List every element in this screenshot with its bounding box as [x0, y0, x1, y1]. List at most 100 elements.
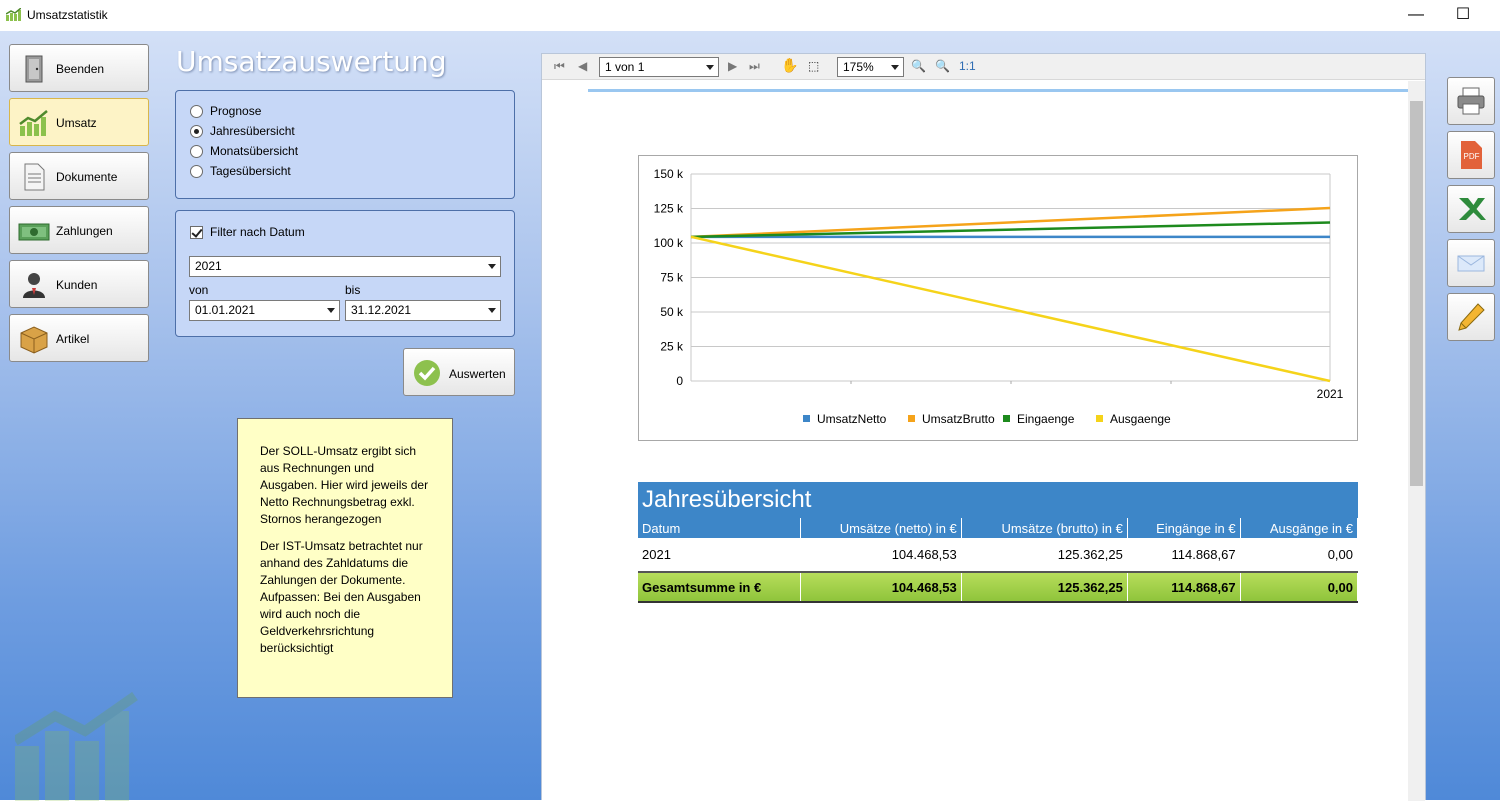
minimize-button[interactable]: —	[1393, 4, 1439, 26]
scrollbar-thumb[interactable]	[1410, 101, 1423, 486]
legend-label: UmsatzBrutto	[922, 412, 995, 426]
document-icon	[24, 163, 45, 191]
radio-indicator[interactable]	[190, 144, 203, 158]
nav-label: Dokumente	[56, 170, 118, 184]
exit-door-icon	[25, 55, 43, 83]
radio-jahresuebersicht[interactable]: Jahresübersicht	[190, 123, 295, 139]
radio-indicator[interactable]	[190, 104, 203, 118]
table-row: 2021 104.468,53 125.362,25 114.868,67 0,…	[638, 538, 1359, 572]
page-area: 150 k 125 k 100 k 75 k 50 k 25 k 0 2021 UmsatzNe…	[542, 81, 1408, 801]
excel-icon	[1459, 198, 1486, 220]
legend-label: UmsatzNetto	[817, 412, 887, 426]
chevron-down-icon[interactable]	[488, 308, 496, 313]
radio-indicator[interactable]	[190, 164, 203, 178]
pdf-icon-text: PDF	[1464, 152, 1480, 161]
next-page-icon[interactable]: ▶	[728, 59, 737, 73]
radio-label: Prognose	[210, 104, 262, 118]
actual-size-button[interactable]: 1:1	[959, 59, 976, 73]
nav-zahlungen-button[interactable]: Zahlungen	[9, 206, 149, 254]
y-tick-label: 25 k	[660, 340, 684, 354]
client-area: Beenden Umsatz Dokumente Zahlungen Kunde…	[0, 31, 1500, 801]
table-cell: 0,00	[1240, 538, 1359, 572]
from-date-value: 01.01.2021	[195, 303, 256, 317]
radio-label: Tagesübersicht	[210, 164, 291, 178]
first-page-icon[interactable]: ⏮	[554, 59, 565, 74]
chart-container: 150 k 125 k 100 k 75 k 50 k 25 k 0 2021 UmsatzNe…	[638, 155, 1358, 441]
nav-beenden-button[interactable]: Beenden	[9, 44, 149, 92]
y-tick-label: 75 k	[660, 271, 684, 285]
zoom-in-icon[interactable]: 🔍	[911, 59, 926, 73]
pdf-export-button[interactable]: PDF	[1447, 131, 1495, 179]
zoom-select[interactable]: 175%	[837, 57, 904, 77]
maximize-button[interactable]: ☐	[1440, 4, 1486, 26]
annual-summary-table: Jahresübersicht Datum Umsätze (netto) in…	[638, 482, 1359, 603]
radio-indicator[interactable]	[190, 124, 203, 138]
checkbox-indicator[interactable]	[190, 225, 203, 239]
email-button[interactable]	[1447, 239, 1495, 287]
excel-export-button[interactable]	[1447, 185, 1495, 233]
from-date-picker[interactable]: 01.01.2021	[189, 300, 340, 321]
chevron-down-icon[interactable]	[488, 264, 496, 269]
pdf-icon: PDF	[1461, 141, 1482, 169]
filter-by-date-checkbox[interactable]: Filter nach Datum	[190, 224, 305, 240]
nav-label: Artikel	[56, 332, 90, 346]
report-title: Jahresübersicht	[638, 482, 1358, 518]
legend-label: Eingaenge	[1017, 412, 1075, 426]
legend-swatch	[1096, 415, 1103, 422]
total-cell: Gesamtsumme in €	[638, 571, 802, 603]
series-line-ausgaenge	[690, 235, 1331, 383]
total-cell: 114.868,67	[1127, 571, 1241, 603]
printer-icon	[1457, 87, 1485, 115]
total-cell: 125.362,25	[961, 571, 1128, 603]
column-header: Ausgänge in €	[1240, 518, 1359, 538]
nav-label: Umsatz	[56, 116, 97, 130]
table-cell: 104.468,53	[800, 538, 962, 572]
app-chart-icon	[6, 8, 21, 21]
chevron-down-icon[interactable]	[706, 65, 714, 70]
chevron-down-icon[interactable]	[891, 65, 899, 70]
checkmark-icon	[414, 360, 440, 386]
page-selector[interactable]: 1 von 1	[599, 57, 719, 77]
to-date-picker[interactable]: 31.12.2021	[345, 300, 501, 321]
evaluate-button[interactable]: Auswerten	[403, 348, 515, 396]
radio-label: Monatsübersicht	[210, 144, 299, 158]
zoom-value: 175%	[843, 60, 874, 74]
total-cell: 0,00	[1240, 571, 1359, 603]
to-label: bis	[345, 283, 361, 297]
legend-label: Ausgaenge	[1110, 412, 1171, 426]
nav-dokumente-button[interactable]: Dokumente	[9, 152, 149, 200]
nav-umsatz-button[interactable]: Umsatz	[9, 98, 149, 146]
radio-prognose[interactable]: Prognose	[190, 103, 261, 119]
y-tick-label: 100 k	[654, 236, 684, 250]
chevron-down-icon[interactable]	[327, 308, 335, 313]
year-select[interactable]: 2021	[189, 256, 501, 277]
from-label: von	[189, 283, 209, 297]
watermark-chart-icon	[15, 691, 138, 801]
line-chart: 150 k 125 k 100 k 75 k 50 k 25 k 0 2021 UmsatzNe…	[654, 167, 1344, 426]
table-cell: 125.362,25	[961, 538, 1128, 572]
table-cell: 2021	[638, 538, 802, 572]
radio-label: Jahresübersicht	[210, 124, 295, 138]
table-header-row: Datum Umsätze (netto) in € Umsätze (brut…	[638, 518, 1359, 538]
select-tool-icon[interactable]: ⬚	[808, 59, 819, 73]
note-ist: Der IST-Umsatz betrachtet nur anhand des…	[260, 539, 423, 655]
last-page-icon[interactable]: ⏭	[749, 59, 760, 74]
legend-swatch	[803, 415, 810, 422]
vertical-scrollbar[interactable]	[1408, 81, 1425, 801]
summary-table: Datum Umsätze (netto) in € Umsätze (brut…	[638, 518, 1359, 603]
title-bar: Umsatzstatistik — ☐	[0, 0, 1500, 31]
series-line-umsatzbrutto	[690, 206, 1331, 239]
series-line-eingaenge	[690, 221, 1331, 239]
print-button[interactable]	[1447, 77, 1495, 125]
radio-tagesuebersicht[interactable]: Tagesübersicht	[190, 163, 291, 179]
edit-button[interactable]	[1447, 293, 1495, 341]
zoom-out-icon[interactable]: 🔍	[935, 59, 950, 73]
user-icon	[23, 273, 45, 298]
radio-monatsuebersicht[interactable]: Monatsübersicht	[190, 143, 298, 159]
page-indicator: 1 von 1	[605, 60, 645, 74]
nav-artikel-button[interactable]: Artikel	[9, 314, 149, 362]
previous-page-icon[interactable]: ◀	[578, 59, 587, 73]
window-title: Umsatzstatistik	[27, 8, 108, 22]
nav-kunden-button[interactable]: Kunden	[9, 260, 149, 308]
hand-tool-icon[interactable]: ✋	[781, 57, 798, 74]
